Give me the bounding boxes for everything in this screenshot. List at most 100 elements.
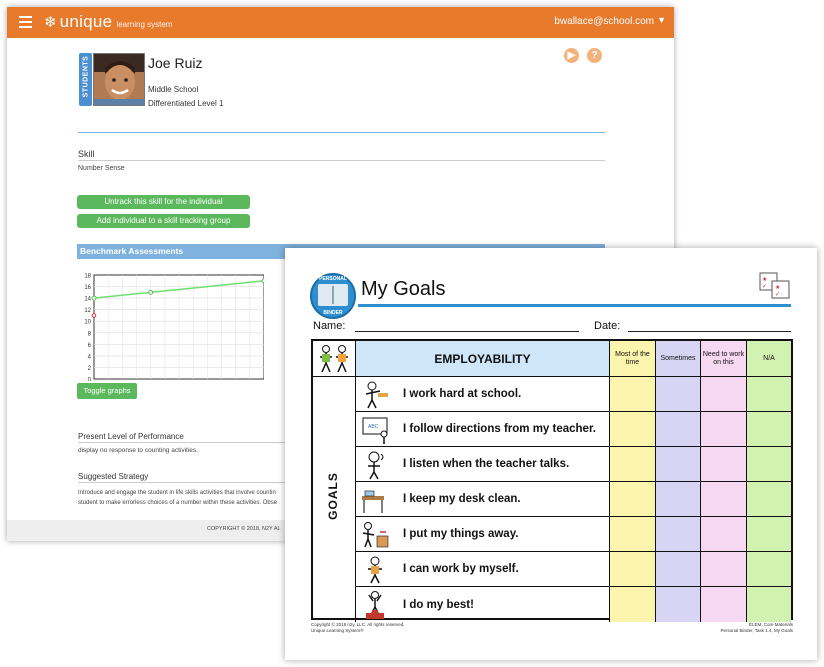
goal-text: I can work by myself. — [403, 563, 519, 575]
rating-cell[interactable] — [747, 552, 791, 587]
students-tab[interactable]: STUDENTS — [79, 53, 92, 106]
goals-side-text: GOALS — [326, 472, 340, 520]
rating-cell[interactable] — [656, 447, 701, 482]
strategy-line: Introduce and engage the student in life… — [78, 490, 276, 496]
y-tick-label: 4 — [88, 354, 92, 360]
data-point — [261, 278, 267, 284]
work-hard-icon — [365, 381, 388, 408]
goal-item: I listen when the teacher talks. — [356, 447, 610, 482]
skill-heading: Skill — [78, 149, 95, 159]
chevron-down-icon[interactable]: ▼ — [657, 15, 666, 25]
goal-text: I work hard at school. — [403, 388, 522, 400]
students-tab-label: STUDENTS — [82, 55, 90, 98]
goals-worksheet: PERSONAL BINDER My Goals ★ ✓ ★ ✓ Name: D… — [285, 248, 817, 660]
goal-item: I work hard at school. — [356, 377, 610, 412]
student-level: Differentiated Level 1 — [148, 99, 224, 108]
snowflake-icon: ❄ — [44, 14, 57, 31]
do-best-icon — [366, 591, 384, 619]
rating-cell[interactable] — [747, 377, 791, 412]
y-tick-label: 2 — [88, 366, 92, 372]
clean-desk-icon — [362, 490, 384, 513]
rating-cell[interactable] — [610, 377, 656, 412]
student-avatar — [93, 53, 145, 106]
hamburger-menu-icon[interactable] — [19, 16, 32, 28]
benchmark-chart: 0 2 4 6 8 10 12 14 16 18 — [74, 269, 267, 384]
date-field[interactable] — [628, 331, 791, 332]
play-icon[interactable]: ▶ — [564, 48, 579, 63]
rating-cell[interactable] — [701, 552, 747, 587]
strategy-text: Introduce and engage the student in life… — [78, 488, 288, 508]
strategy-heading: Suggested Strategy — [78, 472, 149, 481]
header-icons: ▶ ? — [564, 48, 602, 63]
rating-cell[interactable] — [701, 377, 747, 412]
goal-item: ABC I follow directions from my teacher. — [356, 412, 610, 447]
rating-cell[interactable] — [610, 552, 656, 587]
strategy-line: student to make errorless choices of a n… — [78, 500, 278, 506]
rating-cell[interactable] — [610, 412, 656, 447]
logo[interactable]: ❄ unique learning system — [44, 12, 172, 32]
goal-text: I follow directions from my teacher. — [403, 423, 596, 435]
follow-directions-icon: ABC — [362, 417, 388, 444]
rating-cell[interactable] — [701, 587, 747, 622]
student-school: Middle School — [148, 85, 199, 94]
data-point — [91, 295, 97, 301]
y-tick-label: 8 — [88, 331, 92, 337]
rating-cell[interactable] — [610, 447, 656, 482]
divider — [78, 442, 288, 443]
top-bar: ❄ unique learning system bwallace@school… — [7, 7, 674, 38]
badge-top-text: PERSONAL — [319, 276, 347, 282]
put-away-icon — [362, 521, 389, 547]
svg-text:✓: ✓ — [762, 284, 767, 290]
rating-cell[interactable] — [656, 482, 701, 517]
column-header: N/A — [747, 341, 791, 377]
column-header: Need to work on this — [701, 341, 747, 377]
rating-cell[interactable] — [656, 552, 701, 587]
rating-cell[interactable] — [656, 412, 701, 447]
goal-text: I listen when the teacher talks. — [403, 458, 570, 470]
untrack-skill-button[interactable]: Untrack this skill for the individual — [77, 195, 250, 209]
rating-cell[interactable] — [656, 517, 701, 552]
y-tick-label: 14 — [84, 297, 91, 303]
listen-icon — [368, 451, 384, 479]
rating-cell[interactable] — [747, 447, 791, 482]
goal-item: I do my best! — [356, 587, 610, 622]
goals-table: EMPLOYABILITY Most of the time Sometimes… — [311, 339, 793, 622]
rating-cell[interactable] — [610, 587, 656, 622]
toggle-graphs-button[interactable]: Toggle graphs — [77, 383, 137, 399]
divider — [78, 132, 605, 133]
name-label: Name: — [313, 320, 346, 332]
data-point — [148, 289, 154, 295]
user-email[interactable]: bwallace@school.com — [554, 16, 654, 27]
y-tick-label: 0 — [88, 378, 92, 382]
rating-cell[interactable] — [701, 482, 747, 517]
rating-cell[interactable] — [701, 447, 747, 482]
svg-text:✓: ✓ — [775, 292, 780, 298]
benchmark-chart-svg: 0 2 4 6 8 10 12 14 16 18 — [84, 274, 267, 384]
divider — [78, 482, 288, 483]
y-tick-label: 18 — [84, 274, 91, 280]
logo-word: unique — [59, 12, 113, 31]
rating-cell[interactable] — [747, 517, 791, 552]
rating-cell[interactable] — [610, 482, 656, 517]
divider — [78, 160, 605, 161]
rating-cell[interactable] — [610, 517, 656, 552]
rating-cell[interactable] — [747, 482, 791, 517]
goal-item: I put my things away. — [356, 517, 610, 552]
add-to-group-button[interactable]: Add individual to a skill tracking group — [77, 214, 250, 228]
book-icon — [318, 284, 348, 306]
goal-item: I can work by myself. — [356, 552, 610, 587]
worksheet-footer-right: ELEM, Core Materials Personal Binder, Ta… — [721, 622, 793, 634]
rating-cell[interactable] — [747, 587, 791, 622]
footer-line: Personal Binder, Task 1.4, My Goals — [720, 628, 793, 633]
goals-side-label: GOALS — [313, 377, 356, 622]
rating-cell[interactable] — [701, 517, 747, 552]
rating-cell[interactable] — [656, 377, 701, 412]
table-title: EMPLOYABILITY — [356, 341, 610, 377]
rating-cell[interactable] — [701, 412, 747, 447]
rating-cell[interactable] — [656, 587, 701, 622]
y-tick-label: 16 — [84, 285, 91, 291]
badge-bottom-text: BINDER — [323, 310, 343, 316]
help-icon[interactable]: ? — [587, 48, 602, 63]
name-field[interactable] — [355, 331, 579, 332]
rating-cell[interactable] — [747, 412, 791, 447]
